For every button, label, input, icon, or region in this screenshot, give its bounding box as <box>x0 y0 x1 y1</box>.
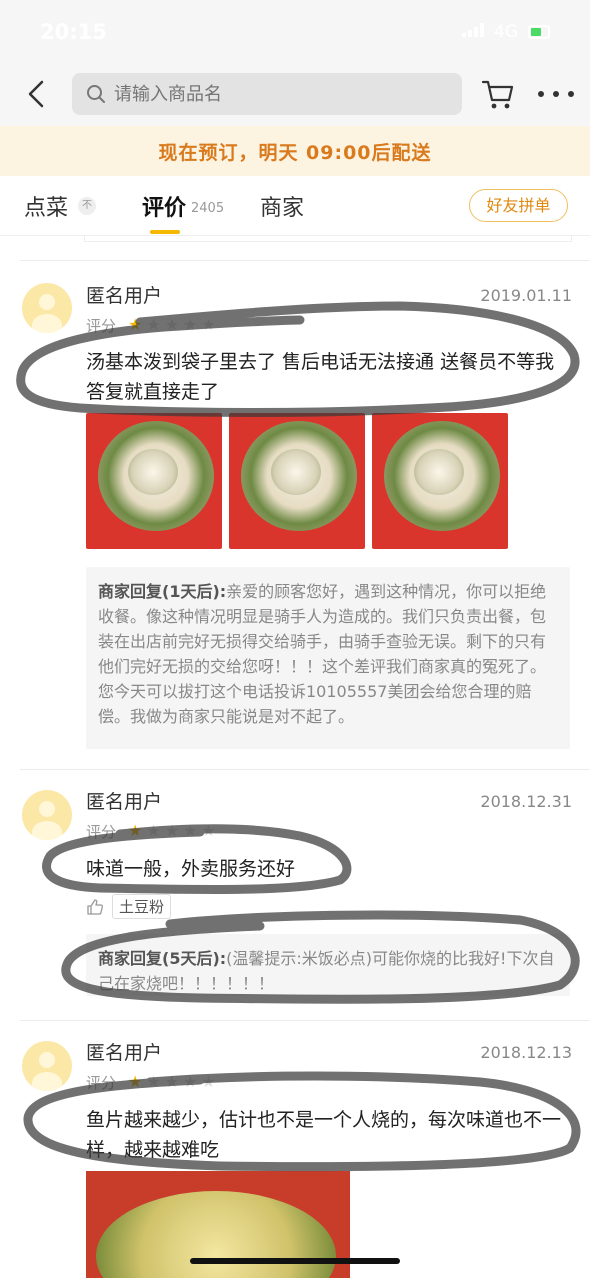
merchant-reply-label: 商家回复(1天后): <box>98 582 227 601</box>
star-icon: ★ <box>201 1072 216 1091</box>
rating-label: 评分 <box>86 823 117 841</box>
back-button[interactable] <box>20 78 52 110</box>
rating-stars: ★ ★ ★ ★ ★ <box>128 1074 216 1090</box>
star-icon: ★ <box>128 1072 143 1091</box>
signal-icon <box>462 22 484 42</box>
cart-button[interactable] <box>480 78 516 112</box>
avatar <box>22 283 72 333</box>
review-text: 味道一般，外卖服务还好 <box>86 858 296 880</box>
more-button[interactable] <box>538 82 574 106</box>
search-box[interactable] <box>72 73 462 115</box>
star-icon: ★ <box>128 821 143 840</box>
star-icon: ★ <box>164 1072 180 1091</box>
review-date: 2018.12.31 <box>480 792 572 811</box>
star-icon: ★ <box>128 315 143 334</box>
status-bar: 20:15 4G <box>0 0 590 64</box>
merchant-reply: 商家回复(5天后):(温馨提示:米饭必点)可能你烧的比我好!下次自己在家烧吧！！… <box>86 934 570 996</box>
back-icon <box>28 80 44 108</box>
dish-tag[interactable]: 土豆粉 <box>112 894 172 919</box>
star-icon: ★ <box>183 315 198 334</box>
search-icon <box>87 85 105 103</box>
star-icon: ★ <box>183 1072 198 1091</box>
review-photo[interactable] <box>372 413 508 549</box>
rating-stars: ★ ★ ★ ★ ★ <box>128 823 216 839</box>
preorder-banner: 现在预订，明天 09:00后配送 <box>0 126 590 176</box>
review-count: 2405 <box>191 201 225 216</box>
more-icon <box>538 91 544 97</box>
network-label: 4G <box>494 22 518 42</box>
home-indicator <box>190 1258 400 1264</box>
merchant-reply: 商家回复(1天后):亲爱的顾客您好，遇到这种情况，你可以拒绝收餐。像这种情况明显… <box>86 567 570 749</box>
review-text: 鱼片越来越少，估计也不是一个人烧的，每次味道也不一样，越来越难吃 <box>86 1109 562 1161</box>
review-photo[interactable] <box>86 413 222 549</box>
rating-label: 评分 <box>86 1074 117 1092</box>
star-icon: ★ <box>164 315 180 334</box>
star-icon: ★ <box>183 821 198 840</box>
star-icon: ★ <box>201 315 216 334</box>
group-order-button[interactable]: 好友拼单 <box>469 189 568 222</box>
recommended-dish-row: 土豆粉 <box>86 894 172 919</box>
rating-label: 评分 <box>86 317 117 335</box>
search-input[interactable] <box>114 83 434 105</box>
avatar <box>22 1041 72 1091</box>
merchant-reply-label: 商家回复(5天后): <box>98 949 227 968</box>
review-date: 2019.01.11 <box>480 286 572 305</box>
review-date: 2018.12.13 <box>480 1043 572 1062</box>
merchant-reply-text: 亲爱的顾客您好，遇到这种情况，你可以拒绝收餐。像这种情况明显是骑手人为造成的。我… <box>98 582 547 726</box>
review-item: 匿名用户 2018.12.13 评分 ★ ★ ★ ★ ★ 鱼片越来越少，估计也不… <box>0 1021 590 1278</box>
tab-dish[interactable]: 点菜 <box>24 190 68 222</box>
tab-active-indicator <box>150 230 180 234</box>
avatar <box>22 790 72 840</box>
tab-review[interactable]: 评价 <box>142 190 186 222</box>
previous-reply-edge <box>84 236 572 242</box>
star-icon: ★ <box>164 821 180 840</box>
status-indicators: 4G <box>462 22 550 42</box>
star-icon: ★ <box>146 821 161 840</box>
review-username: 匿名用户 <box>86 1042 163 1064</box>
tab-dish-badge: 不 <box>78 197 96 215</box>
tab-bar: 点菜 不 评价 2405 商家 好友拼单 <box>0 176 590 236</box>
nav-bar <box>0 64 590 126</box>
cart-icon <box>481 80 514 109</box>
review-photo[interactable] <box>229 413 365 549</box>
battery-icon <box>528 25 550 39</box>
review-username: 匿名用户 <box>86 285 163 307</box>
star-icon: ★ <box>146 315 161 334</box>
preorder-text: 现在预订，明天 09:00后配送 <box>158 141 432 164</box>
review-text: 汤基本泼到袋子里去了 售后电话无法接通 送餐员不等我答复就直接走了 <box>86 351 555 403</box>
review-item: 匿名用户 2019.01.11 评分 ★ ★ ★ ★ ★ 汤基本泼到袋子里去了 … <box>0 261 590 769</box>
star-icon: ★ <box>201 821 216 840</box>
rating-stars: ★ ★ ★ ★ ★ <box>128 317 216 333</box>
review-item: 匿名用户 2018.12.31 评分 ★ ★ ★ ★ ★ 味道一般，外卖服务还好… <box>0 770 590 1020</box>
status-time: 20:15 <box>40 20 107 44</box>
review-username: 匿名用户 <box>86 791 163 813</box>
thumb-up-icon <box>87 898 104 915</box>
tab-merchant[interactable]: 商家 <box>260 190 304 222</box>
star-icon: ★ <box>146 1072 161 1091</box>
